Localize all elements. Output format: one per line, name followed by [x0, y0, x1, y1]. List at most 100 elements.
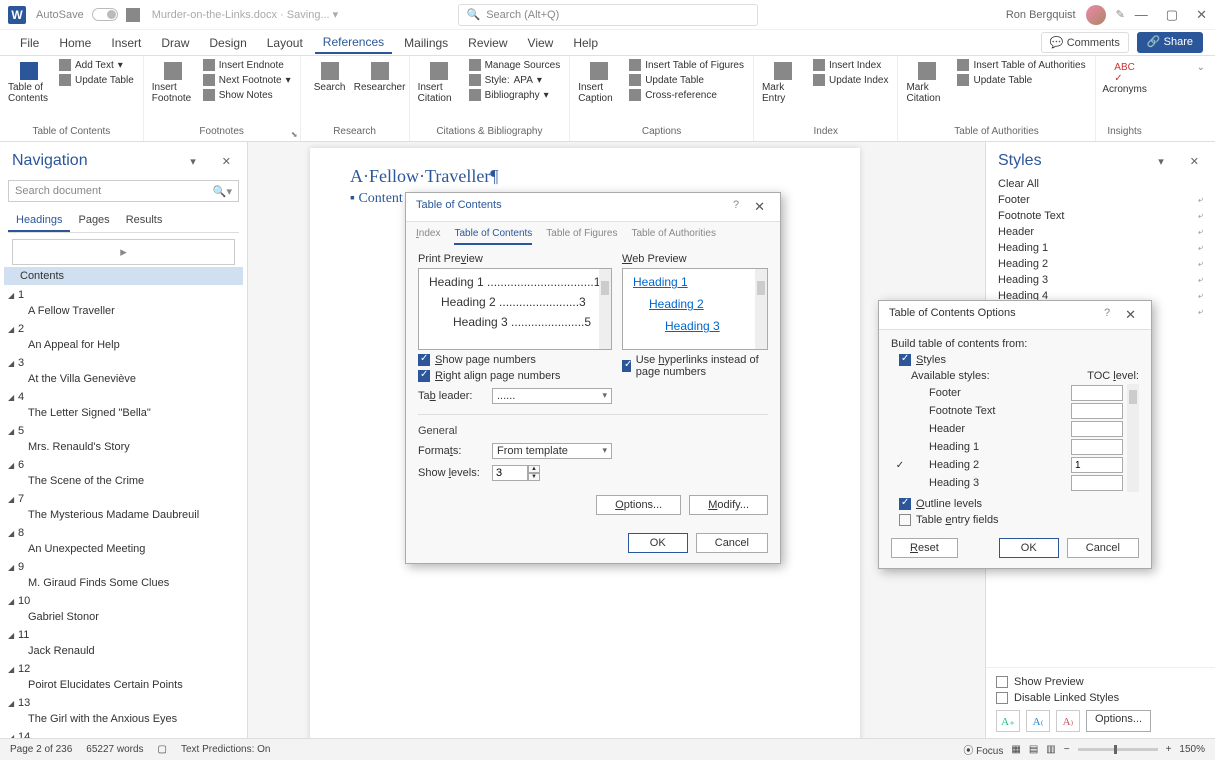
view-read-icon[interactable]: ▦ [1011, 744, 1020, 755]
menu-draw[interactable]: Draw [153, 33, 197, 53]
style-row[interactable]: Heading 2⤶ [986, 256, 1215, 272]
search-box[interactable]: 🔍 Search (Alt+Q) [458, 4, 758, 26]
manage-sources-button[interactable]: Manage Sources [466, 58, 564, 72]
help-icon[interactable]: ? [733, 199, 739, 215]
menu-help[interactable]: Help [565, 33, 606, 53]
tab-toc[interactable]: Table of Contents [454, 228, 532, 245]
mark-citation-button[interactable]: Mark Citation [904, 58, 950, 108]
nav-subitem[interactable]: A Fellow Traveller [4, 303, 243, 319]
update-index-button[interactable]: Update Index [810, 73, 892, 87]
ok-button[interactable]: OK [628, 533, 688, 553]
toc-level-input[interactable] [1071, 439, 1123, 455]
toc-level-input[interactable] [1071, 403, 1123, 419]
minimize-icon[interactable]: — [1135, 7, 1148, 23]
nav-subitem[interactable]: Jack Renauld [4, 643, 243, 659]
nav-heading[interactable]: ◢2 [4, 321, 243, 337]
nav-heading[interactable]: ◢13 [4, 695, 243, 711]
menu-review[interactable]: Review [460, 33, 515, 53]
toc-button[interactable]: Table of Contents [6, 58, 52, 108]
toc-level-input[interactable] [1071, 475, 1123, 491]
manage-styles-icon[interactable]: A₎ [1056, 710, 1080, 732]
inspector-icon[interactable]: A₍ [1026, 710, 1050, 732]
cancel-button[interactable]: Cancel [1067, 538, 1139, 558]
styles-checkbox[interactable] [899, 354, 911, 366]
share-button[interactable]: 🔗 Share [1137, 32, 1203, 53]
menu-insert[interactable]: Insert [103, 33, 149, 53]
tab-pages[interactable]: Pages [70, 210, 117, 232]
doc-title[interactable]: Murder-on-the-Links.docx · Saving... ▾ [152, 8, 338, 21]
nav-subitem[interactable]: The Mysterious Madame Daubreuil [4, 507, 243, 523]
insert-toa-button[interactable]: Insert Table of Authorities [954, 58, 1088, 72]
style-dropdown[interactable]: Style: APA ▾ [466, 73, 564, 87]
autosave-toggle[interactable] [92, 8, 118, 21]
styles-options-button[interactable]: Options... [1086, 710, 1151, 732]
scrollbar[interactable] [755, 269, 767, 349]
insert-endnote-button[interactable]: Insert Endnote [200, 58, 294, 72]
toc-close-icon[interactable]: ✕ [749, 199, 770, 215]
zoom-slider[interactable] [1078, 748, 1158, 751]
update-toa-button[interactable]: Update Table [954, 73, 1088, 87]
formats-dropdown[interactable]: From template [492, 443, 612, 459]
spin-down-icon[interactable]: ▼ [528, 473, 540, 481]
bibliography-button[interactable]: Bibliography ▾ [466, 88, 564, 102]
nav-subitem[interactable]: Mrs. Renauld's Story [4, 439, 243, 455]
update-table-button[interactable]: Update Table [56, 73, 137, 87]
nav-subitem[interactable]: The Scene of the Crime [4, 473, 243, 489]
comments-button[interactable]: 💬 Comments [1041, 32, 1129, 53]
status-focus[interactable]: ⦿ Focus [963, 742, 1003, 757]
toc-level-input[interactable] [1071, 385, 1123, 401]
style-row[interactable]: Footnote Text⤶ [986, 208, 1215, 224]
zoom-in-icon[interactable]: + [1166, 744, 1172, 755]
new-style-icon[interactable]: A₊ [996, 710, 1020, 732]
opts-close-icon[interactable]: ✕ [1120, 307, 1141, 323]
status-words[interactable]: 65227 words [86, 744, 143, 755]
disable-linked-checkbox[interactable] [996, 692, 1008, 704]
nav-search-input[interactable]: Search document 🔍▾ [8, 180, 239, 202]
nav-heading[interactable]: ◢12 [4, 661, 243, 677]
styles-dropdown-icon[interactable]: ▾ [1154, 155, 1168, 168]
nav-subitem[interactable]: An Unexpected Meeting [4, 541, 243, 557]
pencil-icon[interactable]: ✎ [1116, 8, 1125, 21]
nav-heading[interactable]: ◢14 [4, 729, 243, 738]
show-levels-spinner[interactable]: ▲▼ [492, 465, 540, 481]
update-table-cap-button[interactable]: Update Table [626, 73, 747, 87]
search-button[interactable]: Search [307, 58, 353, 97]
nav-heading[interactable]: ◢3 [4, 355, 243, 371]
cross-reference-button[interactable]: Cross-reference [626, 88, 747, 102]
show-notes-button[interactable]: Show Notes [200, 88, 294, 102]
nav-heading[interactable]: ◢11 [4, 627, 243, 643]
insert-tof-button[interactable]: Insert Table of Figures [626, 58, 747, 72]
nav-subitem[interactable]: Poirot Elucidates Certain Points [4, 677, 243, 693]
save-icon[interactable] [126, 8, 140, 22]
tab-toa[interactable]: Table of Authorities [631, 228, 716, 245]
modify-button[interactable]: Modify... [689, 495, 768, 515]
toc-level-input[interactable] [1071, 457, 1123, 473]
reset-button[interactable]: Reset [891, 538, 958, 558]
zoom-level[interactable]: 150% [1179, 744, 1205, 755]
view-print-icon[interactable]: ▤ [1029, 744, 1038, 755]
toc-level-input[interactable] [1071, 421, 1123, 437]
close-icon[interactable]: ✕ [1196, 7, 1207, 23]
styles-close-icon[interactable]: ✕ [1186, 155, 1203, 168]
nav-heading[interactable]: ◢7 [4, 491, 243, 507]
avatar[interactable] [1086, 5, 1106, 25]
nav-subitem[interactable]: The Girl with the Anxious Eyes [4, 711, 243, 727]
ribbon-collapse-icon[interactable]: ⌄ [1187, 56, 1215, 141]
spin-up-icon[interactable]: ▲ [528, 465, 540, 473]
insert-citation-button[interactable]: Insert Citation [416, 58, 462, 108]
status-predictions[interactable]: Text Predictions: On [181, 744, 270, 755]
tab-leader-dropdown[interactable]: ...... [492, 388, 612, 404]
nav-subitem[interactable]: Gabriel Stonor [4, 609, 243, 625]
nav-create-button[interactable]: ▸ [12, 239, 235, 265]
tab-results[interactable]: Results [118, 210, 171, 232]
maximize-icon[interactable]: ▢ [1166, 7, 1178, 23]
nav-heading[interactable]: ◢5 [4, 423, 243, 439]
tab-headings[interactable]: Headings [8, 210, 70, 232]
ok-button[interactable]: OK [999, 538, 1059, 558]
nav-heading[interactable]: ◢10 [4, 593, 243, 609]
status-page[interactable]: Page 2 of 236 [10, 744, 72, 755]
tab-tof[interactable]: Table of Figures [546, 228, 617, 245]
scrollbar[interactable] [1129, 390, 1137, 404]
insert-index-button[interactable]: Insert Index [810, 58, 892, 72]
view-web-icon[interactable]: ▥ [1046, 744, 1055, 755]
